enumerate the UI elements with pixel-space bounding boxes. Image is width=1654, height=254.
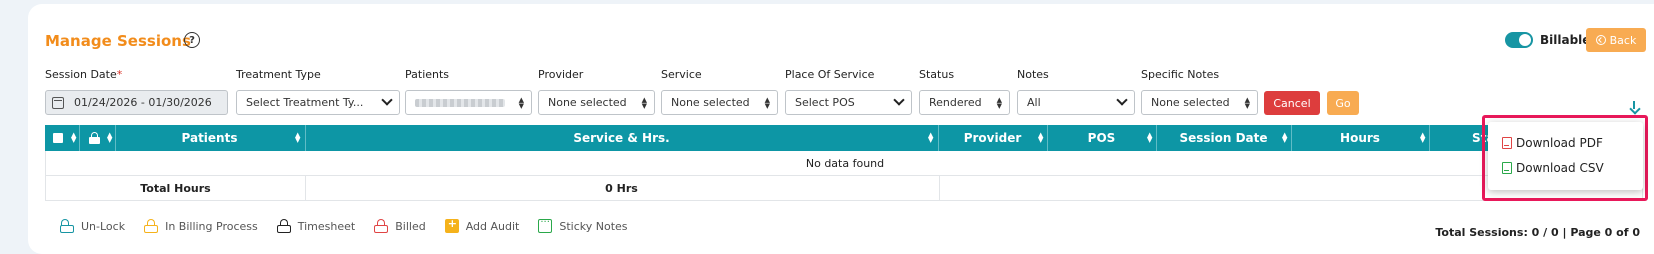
back-label: Back (1609, 33, 1637, 47)
column-header-hours[interactable]: Hours (1291, 125, 1429, 151)
notes-select[interactable]: All (1017, 90, 1135, 115)
add-audit-icon (444, 217, 459, 233)
sort-icon[interactable]: ▲ ▼ (1420, 132, 1425, 144)
total-hours-row: Total Hours 0 Hrs (45, 176, 1643, 201)
legend-label: Timesheet (297, 219, 356, 233)
calendar-icon (52, 96, 64, 109)
status-value: Rendered (929, 96, 982, 109)
download-icon[interactable] (1629, 101, 1639, 113)
download-menu: Download PDF Download CSV (1488, 122, 1643, 190)
legend-label: Un-Lock (81, 219, 126, 233)
billable-toggle[interactable] (1505, 32, 1533, 48)
chevron-down-icon (1116, 94, 1128, 106)
notes-value: All (1027, 96, 1041, 109)
select-arrows-icon: ▲ ▼ (1244, 96, 1250, 110)
chevron-down-icon (381, 94, 393, 106)
column-header-session-date[interactable]: Session Date (1156, 125, 1291, 151)
select-all-checkbox[interactable] (53, 133, 63, 143)
sort-icon[interactable]: ▲ ▼ (71, 132, 76, 144)
provider-multiselect[interactable]: None selected ▲ ▼ (538, 90, 655, 115)
billable-label: Billable (1540, 33, 1591, 47)
legend-sticky-notes: Sticky Notes (538, 217, 628, 233)
download-pdf-item[interactable]: Download PDF (1488, 130, 1643, 156)
table-header: ▲ ▼ ▲ ▼ Patients ▲ ▼ Service & Hrs. ▲ ▼ Prov… (45, 125, 1643, 151)
download-pdf-label: Download PDF (1516, 136, 1603, 150)
lock-icon (276, 219, 291, 233)
legend-billed: Billed (374, 219, 426, 233)
download-csv-label: Download CSV (1516, 161, 1604, 175)
no-data-message: No data found (805, 156, 885, 170)
total-hours-value: 0 Hrs (605, 181, 638, 195)
session-date-label: Session Date* (45, 68, 123, 81)
legend-label: Sticky Notes (559, 219, 628, 233)
patients-select[interactable]: ▲ ▼ (405, 90, 532, 115)
legend-timesheet: Timesheet (276, 219, 356, 233)
provider-value: None selected (548, 96, 627, 109)
session-date-range-input[interactable]: 01/24/2026 - 01/30/2026 (45, 90, 228, 115)
sort-icon[interactable]: ▲ ▼ (1147, 132, 1152, 144)
select-arrows-icon: ▲ ▼ (518, 96, 524, 110)
service-value: None selected (671, 96, 750, 109)
back-circle-icon (1595, 35, 1606, 45)
pos-select[interactable]: Select POS (785, 90, 912, 115)
service-label: Service (661, 68, 702, 81)
sort-icon[interactable]: ▲ ▼ (1282, 132, 1287, 144)
place-of-service-label: Place Of Service (785, 68, 875, 81)
specific-notes-label: Specific Notes (1141, 68, 1220, 81)
sort-icon[interactable]: ▲ ▼ (295, 132, 300, 144)
cancel-button[interactable]: Cancel (1264, 91, 1320, 115)
select-arrows-icon: ▲ ▼ (641, 96, 647, 110)
service-multiselect[interactable]: None selected ▲ ▼ (661, 90, 778, 115)
patients-masked-value (415, 98, 505, 107)
sticky-notes-icon (538, 217, 553, 233)
patients-label: Patients (405, 68, 450, 81)
sort-icon[interactable]: ▲ ▼ (107, 132, 112, 144)
sort-icon[interactable]: ▲ ▼ (928, 132, 933, 144)
status-label: Status (919, 68, 955, 81)
lock-icon (144, 219, 159, 233)
column-header-patients[interactable]: Patients (115, 125, 304, 151)
column-header-provider[interactable]: Provider (938, 125, 1047, 151)
status-legend: Un-Lock In Billing Process Timesheet Bil… (60, 217, 647, 233)
total-hours-label: Total Hours (140, 181, 211, 195)
download-csv-item[interactable]: Download CSV (1488, 155, 1643, 181)
chevron-down-icon (893, 94, 905, 106)
provider-label: Provider (538, 68, 584, 81)
legend-add-audit: Add Audit (444, 217, 520, 233)
notes-label: Notes (1017, 68, 1049, 81)
empty-row: No data found (45, 151, 1643, 176)
pos-value: Select POS (795, 96, 855, 109)
specific-notes-multiselect[interactable]: None selected ▲ ▼ (1141, 90, 1258, 115)
legend-label: Billed (395, 219, 426, 233)
column-header-pos[interactable]: POS (1047, 125, 1156, 151)
page-title: Manage Sessions (45, 32, 191, 50)
lock-icon (89, 132, 100, 144)
go-button[interactable]: Go (1327, 91, 1359, 115)
session-date-value: 01/24/2026 - 01/30/2026 (74, 96, 212, 109)
lock-icon (374, 219, 389, 233)
back-button[interactable]: Back (1586, 28, 1646, 52)
select-arrows-icon: ▲ ▼ (764, 96, 770, 110)
treatment-type-select[interactable]: Select Treatment Ty... (236, 90, 400, 115)
csv-file-icon (1502, 162, 1512, 174)
total-sessions-pagination: Total Sessions: 0 / 0 | Page 0 of 0 (1435, 226, 1640, 239)
status-select[interactable]: Rendered ▲ ▼ (919, 90, 1010, 115)
treatment-type-label: Treatment Type (236, 68, 321, 81)
legend-unlock: Un-Lock (60, 219, 125, 233)
help-icon[interactable]: ? (184, 32, 200, 48)
column-header-service-hrs[interactable]: Service & Hrs. (305, 125, 938, 151)
legend-in-billing-process: In Billing Process (144, 219, 258, 233)
select-arrows-icon: ▲ ▼ (996, 96, 1002, 110)
specific-notes-value: None selected (1151, 96, 1230, 109)
legend-label: Add Audit (465, 219, 520, 233)
pdf-file-icon (1502, 137, 1512, 149)
treatment-type-value: Select Treatment Ty... (246, 96, 364, 109)
legend-label: In Billing Process (165, 219, 258, 233)
sort-icon[interactable]: ▲ ▼ (1038, 132, 1043, 144)
unlock-icon (60, 219, 74, 233)
